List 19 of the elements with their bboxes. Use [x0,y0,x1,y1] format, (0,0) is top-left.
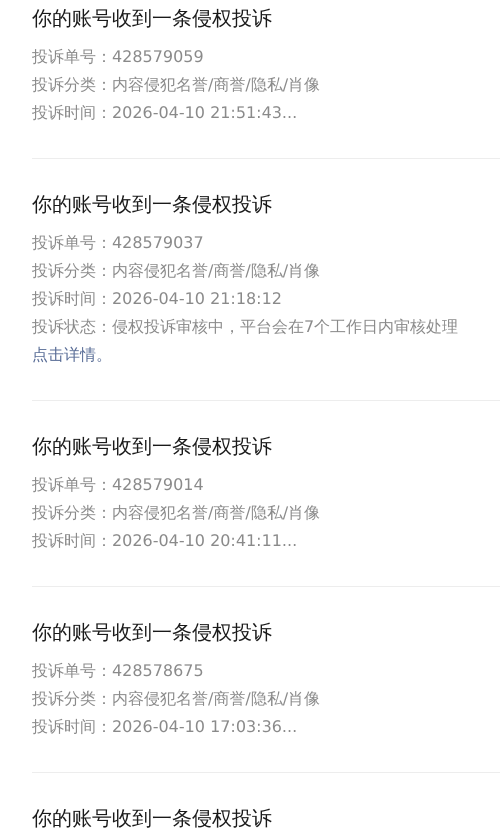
complaint-title: 你的账号收到一条侵权投诉 [32,5,273,32]
detail-line: 投诉单号：428579059 [32,46,205,68]
complaint-title: 你的账号收到一条侵权投诉 [32,191,273,218]
detail-line: 投诉时间：2026-04-10 21:18:12 [32,288,283,310]
detail-line: 投诉分类：内容侵犯名誉/商誉/隐私/肖像 [32,74,322,96]
details-link[interactable]: 点击详情。 [32,341,112,369]
detail-line: 投诉状态：侵权投诉审核中，平台会在7个工作日内审核处理 [32,316,460,338]
detail-line: 投诉单号：428579037 [32,232,205,254]
detail-line: 投诉时间：2026-04-10 20:41:11... [32,530,298,552]
detail-line: 投诉时间：2026-04-10 21:51:43... [32,102,298,124]
detail-line: 投诉分类：内容侵犯名誉/商誉/隐私/肖像 [32,502,322,524]
detail-line: 投诉分类：内容侵犯名誉/商誉/隐私/肖像 [32,688,322,710]
detail-line: 投诉单号：428578675 [32,660,205,682]
detail-line: 投诉单号：428579014 [32,474,205,496]
detail-line: 投诉时间：2026-04-10 17:03:36... [32,716,298,738]
complaint-title: 你的账号收到一条侵权投诉 [32,619,273,646]
complaint-title: 你的账号收到一条侵权投诉 [32,805,273,832]
complaint-title: 你的账号收到一条侵权投诉 [32,433,273,460]
detail-line: 投诉分类：内容侵犯名誉/商誉/隐私/肖像 [32,260,322,282]
